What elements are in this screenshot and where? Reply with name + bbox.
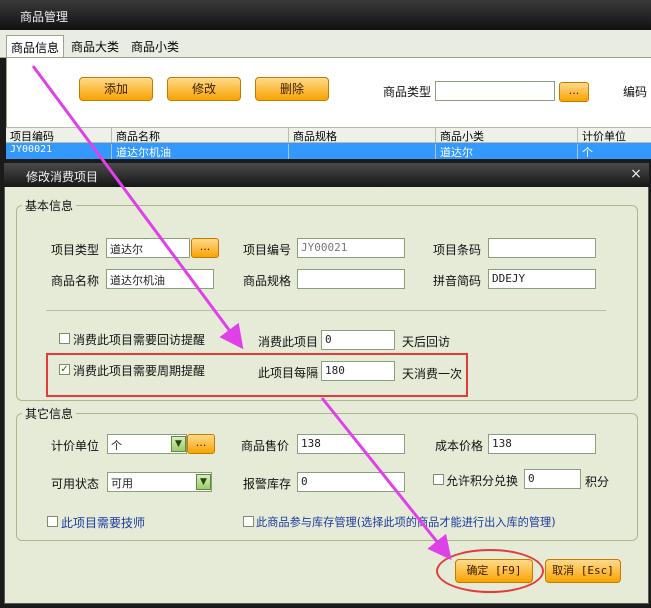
annotation-arrows: [31, 65, 452, 561]
arrow-icon: [320, 397, 452, 561]
arrow-icon: [31, 65, 244, 350]
